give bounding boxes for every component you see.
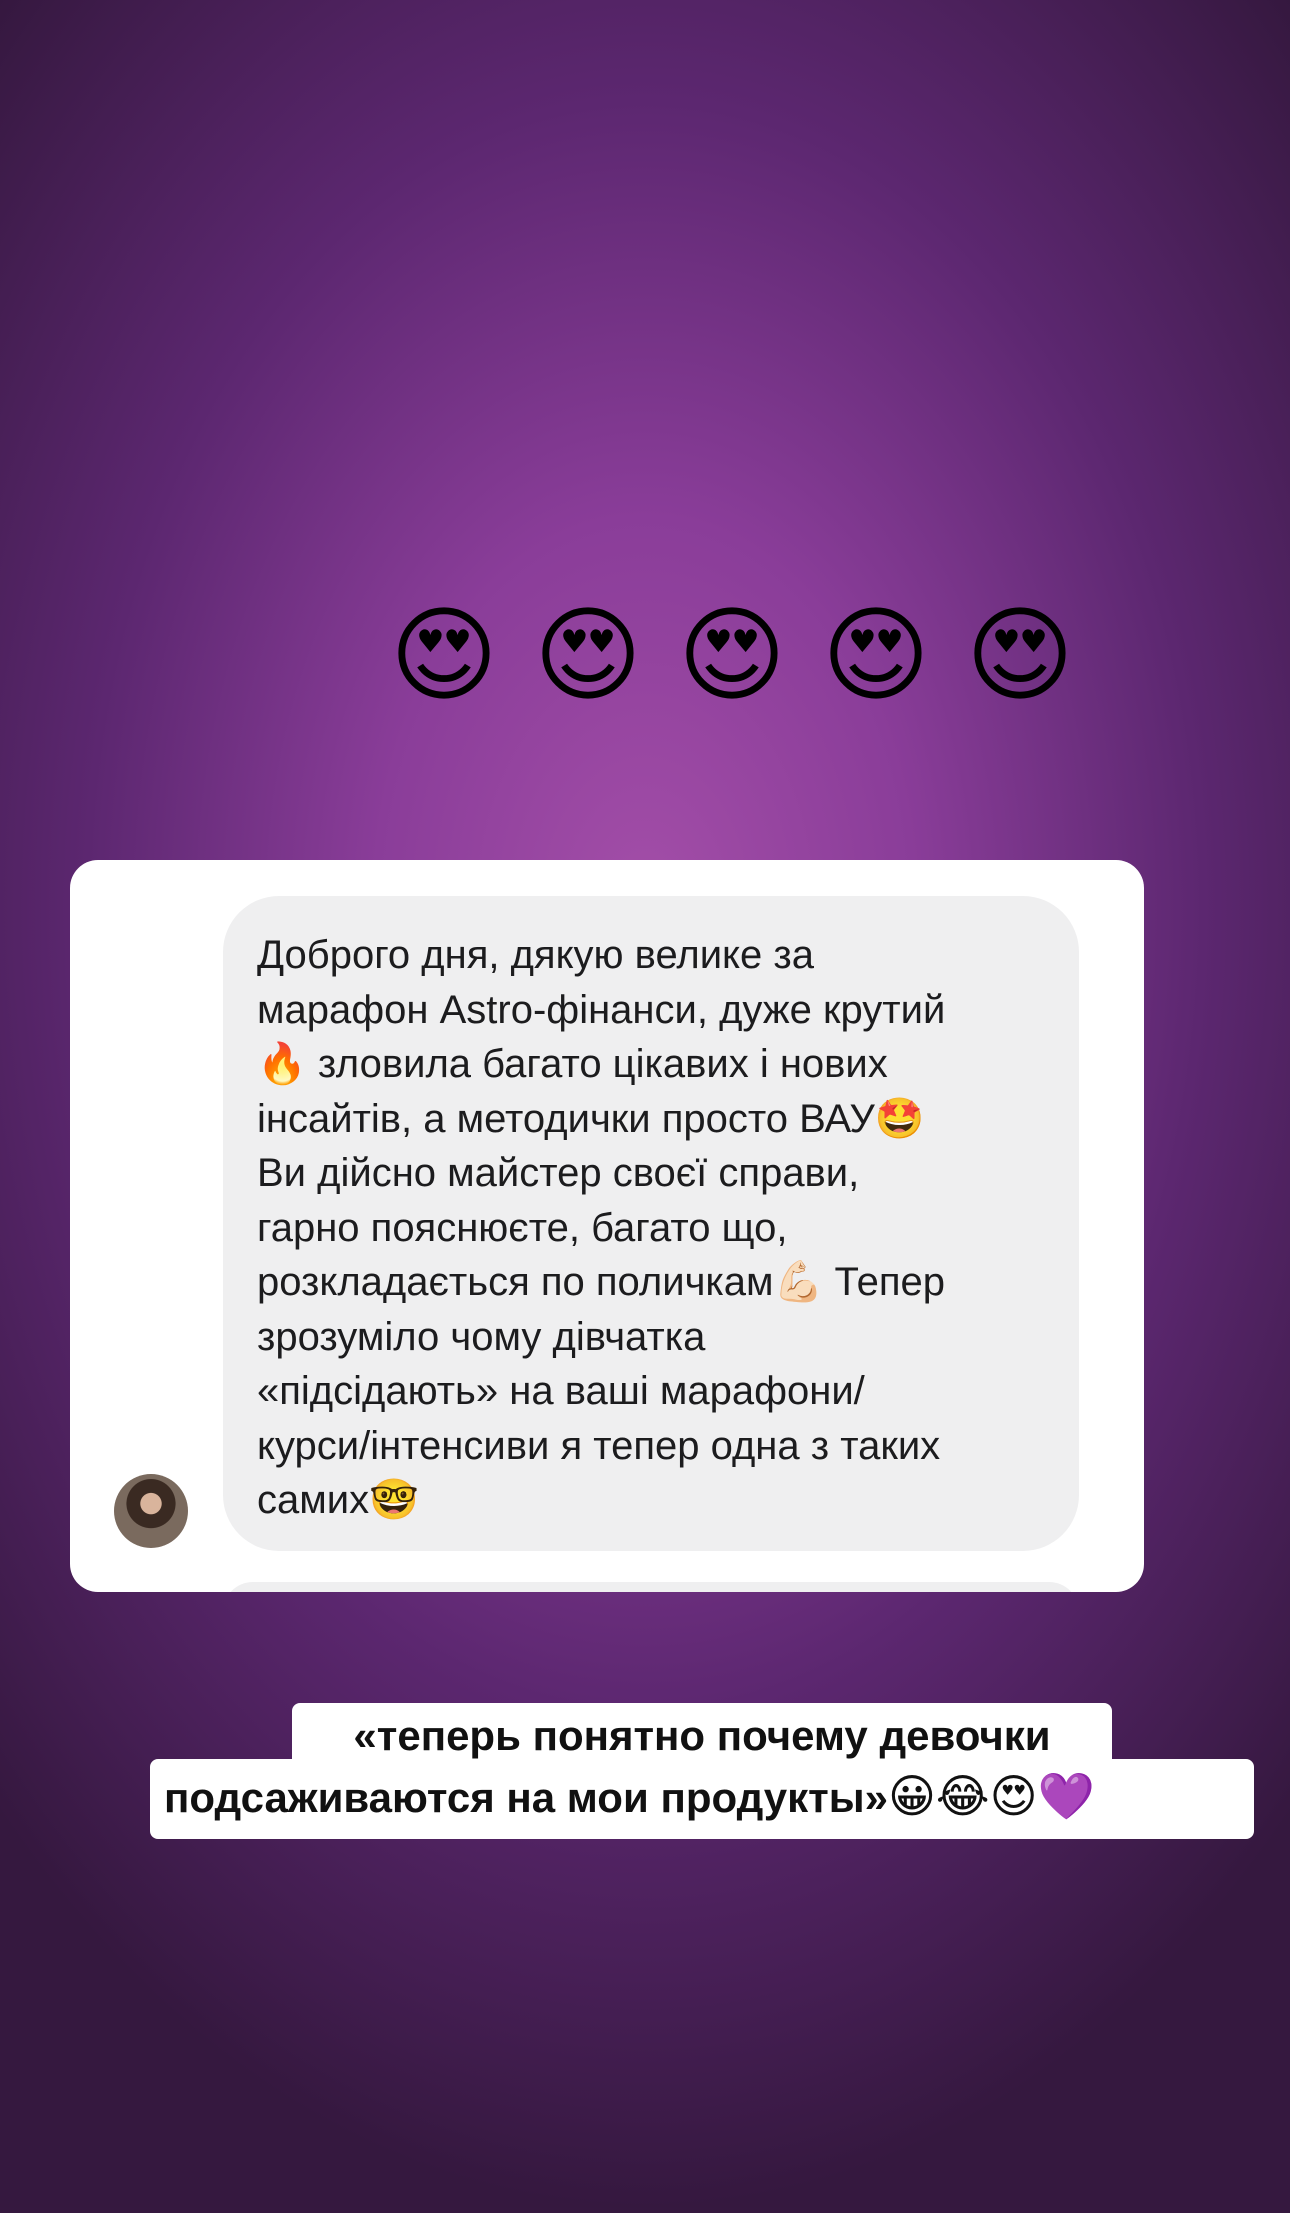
- caption-line-1: «теперь понятно почему девочки: [292, 1703, 1112, 1763]
- caption-line-2: подсаживаются на мои продукты»: [164, 1774, 888, 1821]
- caption-emoji-icons: 😀😂😍💜: [887, 1769, 1095, 1823]
- message-screenshot-card: Доброго дня, дякую велике за марафон Ast…: [70, 860, 1144, 1592]
- message-bubble: Доброго дня, дякую велике за марафон Ast…: [223, 896, 1079, 1551]
- sender-avatar: [114, 1474, 188, 1548]
- heart-eyes-emoji-icon: 😍: [533, 594, 643, 716]
- message-text: Доброго дня, дякую велике за марафон Ast…: [257, 933, 946, 1522]
- caption-line-2-wrap: подсаживаются на мои продукты»😀😂😍💜: [150, 1759, 1254, 1839]
- heart-eyes-emoji-icon: 😍: [821, 594, 931, 716]
- heart-eyes-emoji-icon: 😍: [677, 594, 787, 716]
- heart-eyes-emoji-icon: 😍: [965, 594, 1075, 716]
- heart-eyes-emoji-icon: 😍: [389, 594, 499, 716]
- next-message-bubble: [223, 1582, 1079, 1592]
- reaction-emoji-row: 😍 😍 😍 😍 😍: [385, 596, 1079, 714]
